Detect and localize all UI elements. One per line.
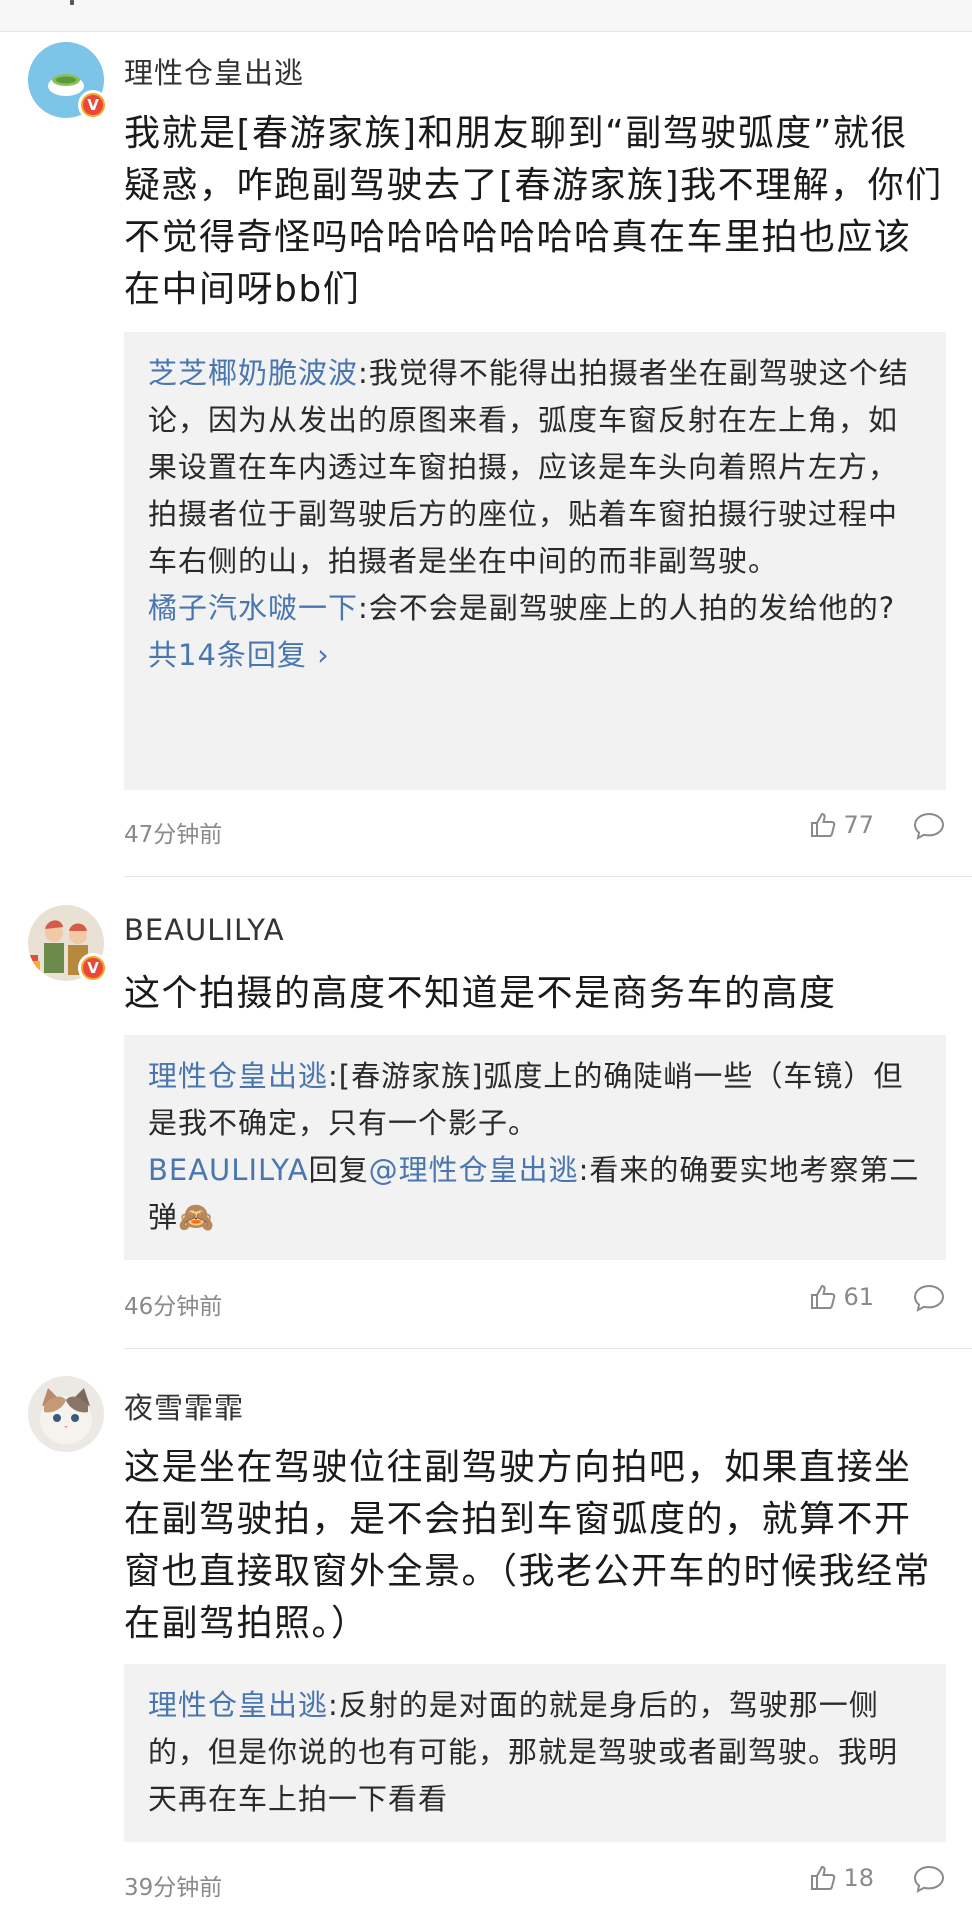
- reply-item: 理性仓皇出逃:[春游家族]弧度上的确陡峭一些（车镜）但是我不确定，只有一个影子。: [148, 1053, 922, 1147]
- reply-item: BEAULILYA回复@理性仓皇出逃:看来的确要实地考察第二弹🙈: [148, 1147, 922, 1241]
- top-bar-fragment: [70, 0, 74, 5]
- comment-bubble-icon[interactable]: [912, 811, 946, 841]
- reply-item: 橘子汽水啵一下:会不会是副驾驶座上的人拍的发给他的?: [148, 585, 922, 632]
- timestamp: 39分钟前: [124, 1875, 223, 1901]
- timestamp: 46分钟前: [124, 1294, 223, 1320]
- comment-bubble-icon[interactable]: [912, 1864, 946, 1894]
- comment-text: 这是坐在驾驶位往副驾驶方向拍吧，如果直接坐在副驾驶拍，是不会拍到车窗弧度的，就算…: [124, 1447, 932, 1644]
- avatar[interactable]: V: [28, 905, 108, 983]
- like-button[interactable]: 61: [809, 1283, 874, 1311]
- reply-preview-box[interactable]: 理性仓皇出逃:[春游家族]弧度上的确陡峭一些（车镜）但是我不确定，只有一个影子。…: [124, 1035, 946, 1260]
- username[interactable]: 夜雪霏霏: [124, 1385, 244, 1427]
- like-count: 61: [843, 1283, 874, 1311]
- username[interactable]: BEAULILYA: [124, 913, 285, 947]
- reply-nickname[interactable]: 理性仓皇出逃: [148, 1688, 328, 1722]
- like-button[interactable]: 18: [809, 1864, 874, 1892]
- like-count: 77: [843, 811, 874, 839]
- reply-mid-text: 回复: [308, 1153, 369, 1187]
- reply-separator: :: [578, 1153, 590, 1187]
- reply-nickname[interactable]: 橘子汽水啵一下: [148, 591, 358, 625]
- comment-meta: 39分钟前 18: [124, 1862, 946, 1902]
- reply-item: 芝芝椰奶脆波波:我觉得不能得出拍摄者坐在副驾驶这个结论，因为从发出的原图来看，弧…: [148, 350, 922, 585]
- verified-badge-icon: V: [78, 90, 108, 120]
- verified-badge-icon: V: [78, 953, 108, 983]
- like-button[interactable]: 77: [809, 811, 874, 839]
- like-count: 18: [843, 1864, 874, 1892]
- reply-preview-box[interactable]: 芝芝椰奶脆波波:我觉得不能得出拍摄者坐在副驾驶这个结论，因为从发出的原图来看，弧…: [124, 332, 946, 790]
- reply-text: 会不会是副驾驶座上的人拍的发给他的?: [368, 591, 896, 625]
- username[interactable]: 理性仓皇出逃: [124, 50, 304, 92]
- reply-separator: :: [358, 591, 369, 625]
- comment-meta: 47分钟前 77: [124, 809, 946, 849]
- more-replies-link[interactable]: 共14条回复 ›: [148, 632, 922, 679]
- thumbs-up-icon: [811, 1865, 836, 1890]
- comment-text: 这个拍摄的高度不知道是不是商务车的高度: [124, 973, 837, 1014]
- comment-bubble-icon[interactable]: [912, 1283, 946, 1313]
- divider: [124, 1348, 972, 1349]
- timestamp: 47分钟前: [124, 822, 223, 848]
- top-bar: [0, 0, 972, 32]
- thumbs-up-icon: [811, 812, 836, 837]
- reply-item: 理性仓皇出逃:反射的是对面的就是身后的，驾驶那一侧的，但是你说的也有可能，那就是…: [148, 1682, 922, 1823]
- reply-separator: :: [358, 356, 369, 390]
- avatar[interactable]: V: [28, 42, 108, 120]
- reply-separator: :: [328, 1059, 339, 1093]
- comment-text: 我就是[春游家族]和朋友聊到“副驾驶弧度”就很疑惑，咋跑副驾驶去了[春游家族]我…: [124, 113, 943, 310]
- avatar[interactable]: [28, 1376, 104, 1452]
- reply-mention[interactable]: @理性仓皇出逃: [369, 1153, 579, 1187]
- reply-preview-box[interactable]: 理性仓皇出逃:反射的是对面的就是身后的，驾驶那一侧的，但是你说的也有可能，那就是…: [124, 1664, 946, 1842]
- comment-meta: 46分钟前 61: [124, 1281, 946, 1321]
- divider: [124, 876, 972, 877]
- thumbs-up-icon: [811, 1284, 836, 1309]
- reply-separator: :: [328, 1688, 339, 1722]
- avatar-image: [28, 1376, 104, 1452]
- reply-nickname[interactable]: 芝芝椰奶脆波波: [148, 356, 358, 390]
- reply-nickname[interactable]: BEAULILYA: [148, 1153, 309, 1187]
- reply-nickname[interactable]: 理性仓皇出逃: [148, 1059, 328, 1093]
